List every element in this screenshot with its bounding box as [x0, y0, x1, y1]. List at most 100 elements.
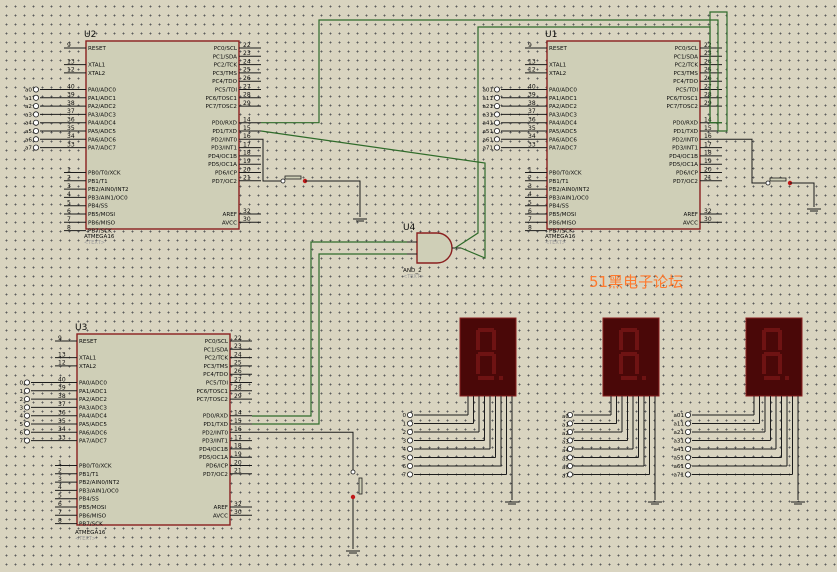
- net-terminal[interactable]: [685, 462, 692, 469]
- mcu-u2[interactable]: U2ATMEGA16<TEXT>9RESET13XTAL112XTAL240PA…: [64, 30, 261, 246]
- and-gate-u4[interactable]: U4AND_2<TEXT>: [403, 223, 461, 280]
- button-cap[interactable]: [358, 477, 363, 495]
- net-terminal[interactable]: [406, 454, 413, 461]
- pin-label: PD2/INT0: [211, 137, 237, 143]
- net-terminal[interactable]: [23, 437, 30, 444]
- pin-number: 34: [58, 426, 66, 433]
- button-cap[interactable]: [769, 177, 787, 182]
- net-terminal[interactable]: [33, 144, 40, 151]
- net-terminal[interactable]: [23, 429, 30, 436]
- pin-number: 20: [243, 166, 251, 173]
- net-terminal[interactable]: [493, 94, 500, 101]
- net-terminal[interactable]: [685, 428, 692, 435]
- net-terminal[interactable]: [406, 445, 413, 452]
- button-terminal[interactable]: [280, 178, 286, 184]
- wire-u2-int0[interactable]: [261, 138, 283, 182]
- net-terminal[interactable]: [23, 379, 30, 386]
- net-terminal[interactable]: [685, 420, 692, 427]
- net-terminal[interactable]: [23, 420, 30, 427]
- net-terminal[interactable]: [493, 127, 500, 134]
- net-terminal[interactable]: [406, 437, 413, 444]
- wire-u3-int0[interactable]: [252, 431, 354, 470]
- net-terminal[interactable]: [33, 94, 40, 101]
- net-terminal[interactable]: [406, 411, 413, 418]
- net-terminal[interactable]: [493, 144, 500, 151]
- pin-label: PD5/OC1A: [208, 162, 237, 168]
- net-terminal[interactable]: [685, 411, 692, 418]
- pin-number: 12: [58, 360, 66, 367]
- net-terminal[interactable]: [23, 387, 30, 394]
- pin-number: 24: [234, 351, 242, 358]
- mcu-u1[interactable]: U1ATMEGA16<TEXT>9RESET13XTAL112XTAL240PA…: [525, 30, 722, 246]
- wire-u1-int0[interactable]: [722, 138, 768, 184]
- net-label: a4: [25, 121, 32, 127]
- net-label: a5: [562, 457, 569, 463]
- seven-segment-display-3[interactable]: a01 a11 a21 a31 a41 a51 a61 a71: [673, 317, 803, 500]
- wire-u2txd-gate[interactable]: [260, 130, 486, 259]
- push-button-u3[interactable]: [350, 469, 363, 500]
- button-terminal[interactable]: [350, 469, 356, 475]
- pin-number: 24: [704, 58, 712, 65]
- net-terminal[interactable]: [406, 420, 413, 427]
- mcu-u3[interactable]: U3ATMEGA16<TEXT>9RESET13XTAL112XTAL240PA…: [55, 323, 252, 542]
- pin-label: PB5/MOSI: [88, 212, 115, 218]
- push-button-u2[interactable]: [280, 175, 308, 184]
- pin-number: 39: [528, 92, 536, 99]
- pin-label: PA0/ADC0: [88, 88, 116, 94]
- pin-number: 27: [243, 83, 251, 90]
- seven-segment-display-2[interactable]: a0 a1 a2 a3 a4 a5 a6 a7: [562, 317, 660, 500]
- display-decimal-point: [499, 376, 503, 380]
- net-label: 2: [402, 430, 406, 436]
- net-label: a6: [25, 137, 32, 143]
- button-cap[interactable]: [284, 175, 302, 180]
- pin-label: XTAL2: [88, 71, 105, 77]
- net-terminal[interactable]: [23, 396, 30, 403]
- net-terminal[interactable]: [23, 412, 30, 419]
- pin-label: PC1/SDA: [213, 54, 237, 60]
- net-terminal[interactable]: [493, 119, 500, 126]
- gate-body[interactable]: [416, 232, 453, 264]
- net-label: 6: [19, 430, 23, 436]
- pin-number: 18: [704, 150, 712, 157]
- net-terminal[interactable]: [33, 119, 40, 126]
- pin-number: 21: [704, 175, 712, 182]
- net-terminal[interactable]: [23, 404, 30, 411]
- pin-label: PA3/ADC3: [79, 405, 107, 411]
- pin-number: 7: [67, 216, 71, 223]
- net-terminal[interactable]: [406, 471, 413, 478]
- net-terminal[interactable]: [493, 103, 500, 110]
- pin-number: 39: [67, 92, 75, 99]
- net-terminal[interactable]: [685, 437, 692, 444]
- net-terminal[interactable]: [685, 471, 692, 478]
- net-terminal[interactable]: [33, 127, 40, 134]
- push-button-u1[interactable]: [765, 177, 793, 186]
- net-terminal[interactable]: [406, 462, 413, 469]
- net-terminal[interactable]: [493, 86, 500, 93]
- net-terminal[interactable]: [493, 136, 500, 143]
- display-segment: [621, 352, 637, 356]
- pin-label: PD5/OC1A: [669, 162, 698, 168]
- button-terminal[interactable]: [765, 180, 771, 186]
- pin-label: PB1/T1: [549, 179, 569, 185]
- schematic-canvas[interactable]: U2 ATMEGA16 <TEXT> 9 RESET 13 XTAL1 12 XTAL2 40 PA…: [0, 0, 837, 572]
- wire-gate-b-u3txd[interactable]: [252, 253, 407, 425]
- net-terminal[interactable]: [33, 111, 40, 118]
- net-terminal[interactable]: [33, 103, 40, 110]
- seven-segment-display-1[interactable]: 0 1 2 3 4 5 6 7: [402, 317, 517, 500]
- pin-label: PC5/TDI: [206, 381, 228, 387]
- net-label: a7: [562, 474, 569, 480]
- net-label: 0: [19, 381, 23, 387]
- wire-u2-button-gnd[interactable]: [305, 180, 361, 217]
- wire-u1-button-gnd[interactable]: [790, 182, 815, 207]
- net-terminal[interactable]: [685, 445, 692, 452]
- net-terminal[interactable]: [33, 86, 40, 93]
- net-terminal[interactable]: [406, 428, 413, 435]
- wire-gate-a-u3rxd[interactable]: [252, 241, 407, 417]
- pin-number: 15: [234, 418, 242, 425]
- pin-label: PA6/ADC6: [79, 430, 107, 436]
- net-terminal[interactable]: [685, 454, 692, 461]
- pin-number: 20: [704, 166, 712, 173]
- net-terminal[interactable]: [493, 111, 500, 118]
- button-terminal[interactable]: [350, 494, 356, 500]
- net-terminal[interactable]: [33, 136, 40, 143]
